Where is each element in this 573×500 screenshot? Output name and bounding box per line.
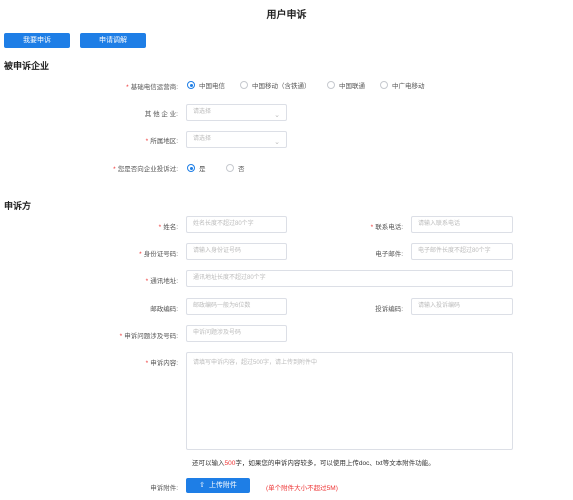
radio-selected-icon	[187, 164, 195, 172]
content-hint: 还可以输入500字，如果您的申诉内容较多，可以使用上传doc、txt等文本附件功…	[192, 460, 435, 467]
related-number-label: * 申诉问题涉及号码:	[119, 333, 178, 340]
radio-icon	[380, 81, 388, 89]
region-select[interactable]: 请选择 ⌄	[186, 131, 287, 148]
radio-icon	[226, 164, 234, 172]
page-title: 用户申诉	[266, 10, 307, 21]
postcode-label: 邮政编码:	[150, 306, 178, 313]
radio-icon	[240, 81, 248, 89]
operator-option-mobile[interactable]: 中国移动（含铁通）	[240, 80, 311, 90]
complained-label: * 您是否向企业投诉过:	[113, 166, 178, 173]
email-input[interactable]: 电子邮件长度不超过80个字	[411, 243, 513, 260]
other-company-select[interactable]: 请选择 ⌄	[186, 104, 287, 121]
complaint-code-label: 投诉编码:	[375, 306, 403, 313]
phone-label: * 联系电话:	[370, 224, 403, 231]
email-label: 电子邮件:	[375, 251, 403, 258]
upload-attachment-button[interactable]: ⇧ 上传附件	[186, 478, 250, 493]
chevron-down-icon: ⌄	[274, 139, 280, 146]
operator-option-unicom[interactable]: 中国联通	[327, 80, 365, 90]
operator-option-telecom[interactable]: 中国电信	[187, 80, 225, 90]
related-number-input[interactable]: 申诉问题涉及号码	[186, 325, 287, 342]
name-label: * 姓名:	[158, 224, 178, 231]
id-number-input[interactable]: 请输入身份证号码	[186, 243, 287, 260]
chevron-down-icon: ⌄	[274, 112, 280, 119]
upload-icon: ⇧	[199, 482, 205, 489]
id-number-label: * 身份证号码:	[139, 251, 178, 258]
content-textarea[interactable]: 请填写申诉内容，超过500字，请上传到附件中	[186, 352, 513, 450]
postcode-input[interactable]: 邮政编码一般为6位数	[186, 298, 287, 315]
address-input[interactable]: 通讯地址长度不超过80个字	[186, 270, 513, 287]
company-section-heading: 被申诉企业	[4, 61, 50, 71]
radio-selected-icon	[187, 81, 195, 89]
operator-option-broadnet[interactable]: 中广电移动	[380, 80, 425, 90]
mediation-button[interactable]: 申请调解	[80, 33, 146, 48]
attachment-label: 申诉附件:	[150, 485, 178, 492]
complaint-code-input[interactable]: 请输入投诉编码	[411, 298, 513, 315]
complained-option-no[interactable]: 否	[226, 163, 245, 173]
region-label: * 所属地区:	[145, 138, 178, 145]
address-label: * 通讯地址:	[145, 278, 178, 285]
content-label: * 申诉内容:	[145, 360, 178, 367]
complaint-button[interactable]: 我要申诉	[4, 33, 70, 48]
radio-icon	[327, 81, 335, 89]
phone-input[interactable]: 请输入联系电话	[411, 216, 513, 233]
upload-size-note: (单个附件大小不超过5M)	[266, 485, 338, 492]
remaining-count: 500	[224, 460, 236, 467]
complained-option-yes[interactable]: 是	[187, 163, 206, 173]
other-company-label: 其 他 企 业:	[144, 111, 178, 118]
operator-label: * 基础电信运营商:	[126, 84, 178, 91]
name-input[interactable]: 姓名长度不超过80个字	[186, 216, 287, 233]
complainant-section-heading: 申诉方	[4, 201, 32, 211]
